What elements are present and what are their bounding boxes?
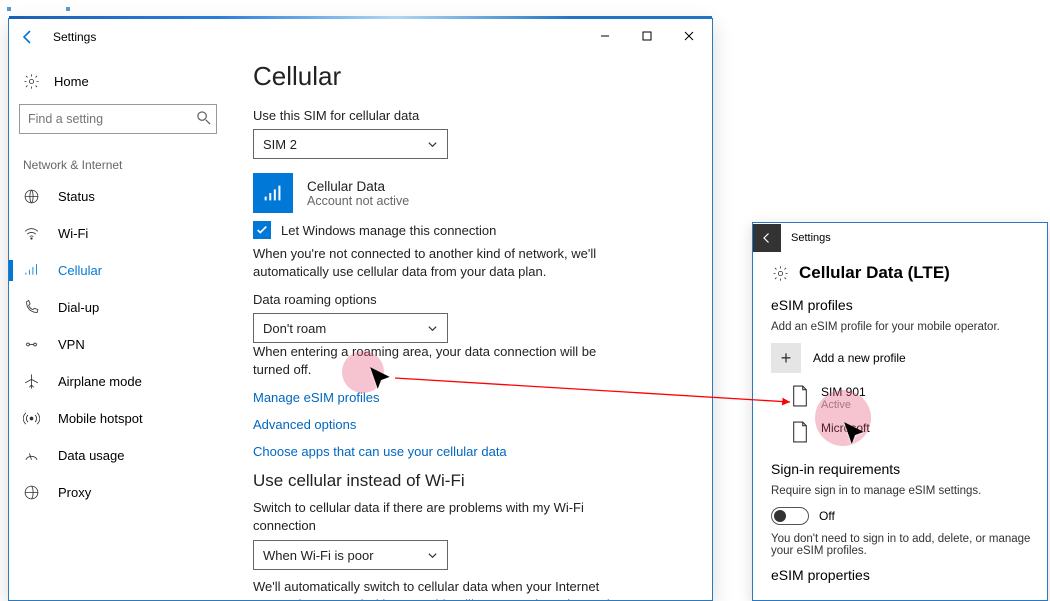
profile-name: SIM 901	[821, 385, 866, 399]
search-icon	[196, 110, 211, 130]
nav-label: Airplane mode	[58, 374, 142, 389]
window-title: Settings	[53, 30, 96, 44]
nav-label: Mobile hotspot	[58, 411, 143, 426]
link-choose-apps[interactable]: Choose apps that can use your cellular d…	[253, 444, 684, 459]
page-heading: Cellular Data (LTE)	[771, 263, 1037, 283]
link-manage-esim[interactable]: Manage eSIM profiles	[253, 390, 684, 405]
back-button[interactable]	[753, 224, 781, 252]
back-button[interactable]	[11, 20, 45, 54]
sim-icon	[791, 421, 809, 443]
profiles-desc: Add an eSIM profile for your mobile oper…	[771, 321, 1037, 333]
nav-proxy[interactable]: Proxy	[9, 474, 227, 511]
gauge-icon	[23, 447, 40, 464]
nav-status[interactable]: Status	[9, 178, 227, 215]
nav-vpn[interactable]: VPN	[9, 326, 227, 363]
esim-profile-item[interactable]: SIM 901 Active	[791, 385, 1037, 411]
nav-label: Cellular	[58, 263, 102, 278]
tile-title: Cellular Data	[307, 179, 409, 194]
phone-icon	[23, 299, 40, 316]
profile-name: Microsoft	[821, 421, 870, 435]
alt-note: We'll automatically switch to cellular d…	[253, 578, 623, 600]
nav-dialup[interactable]: Dial-up	[9, 289, 227, 326]
vpn-icon	[23, 336, 40, 353]
esim-profile-item[interactable]: Microsoft	[791, 421, 1037, 443]
chevron-down-icon	[427, 323, 438, 334]
manage-description: When you're not connected to another kin…	[253, 245, 623, 280]
profile-status: Active	[821, 399, 866, 411]
alt-heading: Use cellular instead of Wi-Fi	[253, 471, 684, 491]
nav-home[interactable]: Home	[9, 65, 227, 98]
manage-checkbox-label: Let Windows manage this connection	[281, 223, 496, 238]
maximize-button[interactable]	[626, 21, 668, 51]
roaming-select[interactable]: Don't roam	[253, 313, 448, 343]
wifi-fallback-select[interactable]: When Wi-Fi is poor	[253, 540, 448, 570]
nav-label: Dial-up	[58, 300, 99, 315]
globe-icon	[23, 188, 40, 205]
sim-icon	[791, 385, 809, 407]
nav-label: Status	[58, 189, 95, 204]
page-heading: Cellular	[253, 61, 684, 92]
sim-select[interactable]: SIM 2	[253, 129, 448, 159]
toggle-state: Off	[819, 509, 835, 523]
signin-note: You don't need to sign in to add, delete…	[771, 533, 1037, 557]
add-profile-label: Add a new profile	[813, 351, 906, 365]
globe-icon	[23, 484, 40, 501]
cellular-tile[interactable]: Cellular Data Account not active	[253, 173, 684, 213]
arrow-left-icon	[761, 232, 773, 244]
wifi-icon	[23, 225, 40, 242]
titlebar: Settings	[753, 223, 1047, 253]
section-profiles: eSIM profiles	[771, 297, 1037, 313]
section-properties: eSIM properties	[771, 567, 1037, 583]
nav-airplane[interactable]: Airplane mode	[9, 363, 227, 400]
roaming-label: Data roaming options	[253, 292, 684, 307]
gear-icon	[771, 264, 789, 282]
roaming-select-value: Don't roam	[263, 321, 326, 336]
content-pane: Cellular Use this SIM for cellular data …	[231, 55, 712, 600]
airplane-icon	[23, 373, 40, 390]
search-input[interactable]	[19, 104, 217, 134]
gear-icon	[23, 73, 40, 90]
desktop-icon	[62, 3, 74, 15]
search-field[interactable]	[19, 104, 217, 134]
roaming-description: When entering a roaming area, your data …	[253, 343, 623, 378]
close-button[interactable]	[668, 21, 710, 51]
signin-desc: Require sign in to manage eSIM settings.	[771, 485, 1037, 497]
nav-cellular[interactable]: Cellular	[9, 252, 227, 289]
chevron-down-icon	[427, 139, 438, 150]
sim-label: Use this SIM for cellular data	[253, 108, 684, 123]
minimize-button[interactable]	[584, 21, 626, 51]
sidebar: Home Network & Internet Status Wi-Fi Cel…	[9, 55, 231, 600]
link-advanced-options[interactable]: Advanced options	[253, 417, 684, 432]
chevron-down-icon	[427, 550, 438, 561]
settings-window: Settings Home Network & Internet	[8, 18, 713, 601]
desktop-icon	[3, 3, 15, 15]
titlebar: Settings	[9, 19, 712, 55]
nav-hotspot[interactable]: Mobile hotspot	[9, 400, 227, 437]
nav-label: Proxy	[58, 485, 91, 500]
nav-home-label: Home	[54, 74, 89, 89]
plus-icon: +	[771, 343, 801, 373]
signin-toggle[interactable]	[771, 507, 809, 525]
nav-wifi[interactable]: Wi-Fi	[9, 215, 227, 252]
esim-window: Settings Cellular Data (LTE) eSIM profil…	[752, 222, 1048, 601]
manage-checkbox[interactable]	[253, 221, 271, 239]
nav-label: VPN	[58, 337, 85, 352]
window-title: Settings	[791, 232, 831, 244]
section-signin: Sign-in requirements	[771, 461, 1037, 477]
alt-desc: Switch to cellular data if there are pro…	[253, 499, 623, 534]
nav-label: Wi-Fi	[58, 226, 88, 241]
hotspot-icon	[23, 410, 40, 427]
sim-select-value: SIM 2	[263, 137, 297, 152]
arrow-left-icon	[20, 29, 36, 45]
add-profile-button[interactable]: + Add a new profile	[771, 343, 1037, 373]
nav-datausage[interactable]: Data usage	[9, 437, 227, 474]
nav-group-label: Network & Internet	[9, 144, 227, 178]
wifi-fallback-value: When Wi-Fi is poor	[263, 548, 374, 563]
nav-label: Data usage	[58, 448, 125, 463]
tile-subtitle: Account not active	[307, 194, 409, 208]
signal-icon	[253, 173, 293, 213]
signal-icon	[23, 262, 40, 279]
